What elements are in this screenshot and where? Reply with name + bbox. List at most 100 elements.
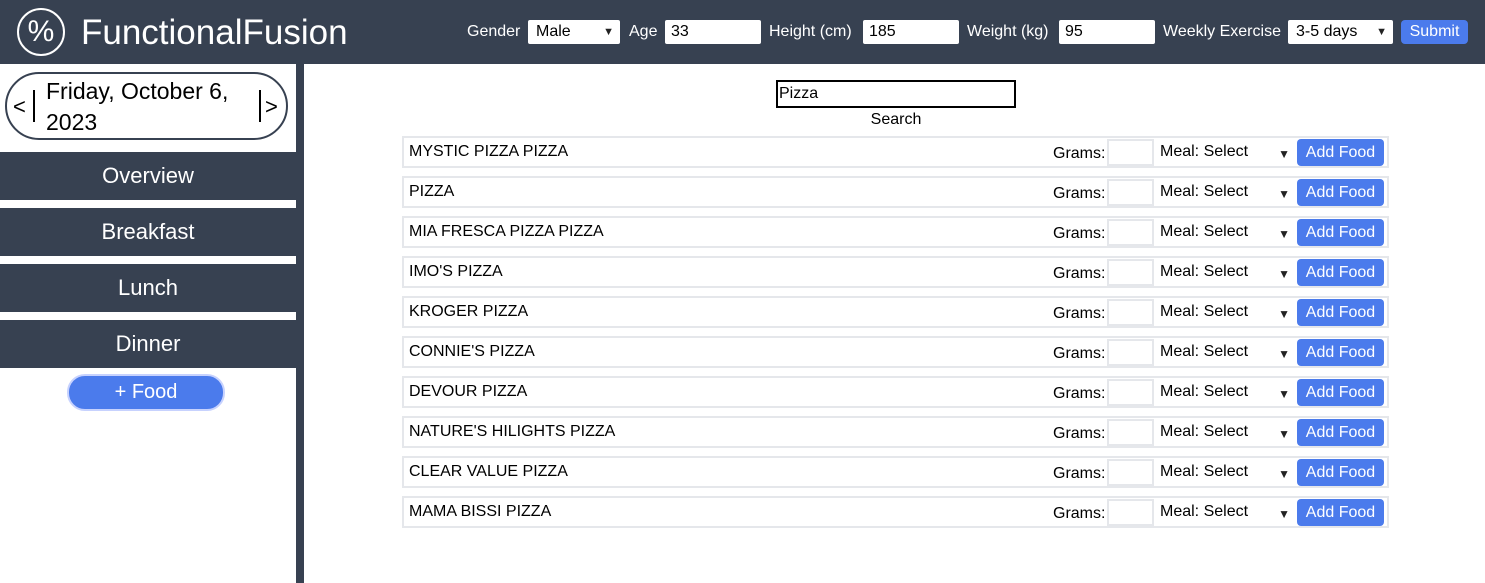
meal-select[interactable]: Meal: Select ▼ bbox=[1160, 422, 1290, 442]
food-result-row: MAMA BISSI PIZZA Grams: Meal: Select ▼ Add F… bbox=[402, 496, 1389, 528]
chevron-down-icon: ▼ bbox=[1278, 187, 1290, 201]
grams-input[interactable] bbox=[1107, 339, 1154, 366]
meal-select[interactable]: Meal: Select ▼ bbox=[1160, 182, 1290, 202]
meal-select[interactable]: Meal: Select ▼ bbox=[1160, 462, 1290, 482]
sidebar-item-overview[interactable]: Overview bbox=[0, 152, 296, 200]
grams-input[interactable] bbox=[1107, 219, 1154, 246]
meal-select[interactable]: Meal: Select ▼ bbox=[1160, 142, 1290, 162]
food-result-row: CONNIE'S PIZZA Grams: Meal: Select ▼ Add Foo… bbox=[402, 336, 1389, 368]
current-date: Friday, October 6, 2023 bbox=[46, 78, 229, 135]
age-label: Age bbox=[629, 23, 658, 40]
grams-label: Grams: bbox=[1053, 145, 1106, 162]
chevron-down-icon: ▼ bbox=[1278, 347, 1290, 361]
food-result-row: DEVOUR PIZZA Grams: Meal: Select ▼ Add Food bbox=[402, 376, 1389, 408]
food-name: PIZZA bbox=[409, 183, 455, 200]
grams-label: Grams: bbox=[1053, 385, 1106, 402]
next-day-button[interactable]: > bbox=[265, 94, 278, 120]
gender-label: Gender bbox=[467, 23, 521, 40]
search-input[interactable] bbox=[776, 80, 1016, 108]
grams-label: Grams: bbox=[1053, 505, 1106, 522]
grams-label: Grams: bbox=[1053, 345, 1106, 362]
meal-select[interactable]: Meal: Select ▼ bbox=[1160, 502, 1290, 522]
food-result-row: KROGER PIZZA Grams: Meal: Select ▼ Add Food bbox=[402, 296, 1389, 328]
meal-select[interactable]: Meal: Select ▼ bbox=[1160, 262, 1290, 282]
grams-input[interactable] bbox=[1107, 419, 1154, 446]
meal-select-value: Meal: Select bbox=[1160, 503, 1249, 520]
height-label: Height (cm) bbox=[769, 23, 852, 40]
add-food-result-button[interactable]: Add Food bbox=[1297, 179, 1384, 206]
weight-input[interactable] bbox=[1059, 20, 1155, 44]
add-food-result-button[interactable]: Add Food bbox=[1297, 139, 1384, 166]
add-food-result-button[interactable]: Add Food bbox=[1297, 419, 1384, 446]
search-button[interactable]: Search bbox=[776, 111, 1016, 129]
add-food-result-button[interactable]: Add Food bbox=[1297, 339, 1384, 366]
sidebar-divider bbox=[296, 64, 304, 583]
food-name: CONNIE'S PIZZA bbox=[409, 343, 535, 360]
food-result-row: MIA FRESCA PIZZA PIZZA Grams: Meal: Select… bbox=[402, 216, 1389, 248]
chevron-down-icon: ▼ bbox=[1278, 467, 1290, 481]
divider bbox=[259, 90, 261, 122]
chevron-down-icon: ▼ bbox=[1376, 26, 1387, 38]
grams-label: Grams: bbox=[1053, 425, 1106, 442]
add-food-result-button[interactable]: Add Food bbox=[1297, 219, 1384, 246]
add-food-result-button[interactable]: Add Food bbox=[1297, 299, 1384, 326]
meal-select[interactable]: Meal: Select ▼ bbox=[1160, 222, 1290, 242]
food-name: MAMA BISSI PIZZA bbox=[409, 503, 552, 520]
chevron-down-icon: ▼ bbox=[1278, 307, 1290, 321]
sidebar-item-dinner[interactable]: Dinner bbox=[0, 320, 296, 368]
sidebar-item-breakfast[interactable]: Breakfast bbox=[0, 208, 296, 256]
meal-select-value: Meal: Select bbox=[1160, 303, 1249, 320]
grams-label: Grams: bbox=[1053, 225, 1106, 242]
meal-select-value: Meal: Select bbox=[1160, 263, 1249, 280]
food-result-row: IMO'S PIZZA Grams: Meal: Select ▼ Add Food bbox=[402, 256, 1389, 288]
add-food-button[interactable]: + Food bbox=[67, 374, 225, 411]
exercise-select[interactable]: 3-5 days ▼ bbox=[1288, 20, 1393, 44]
add-food-result-button[interactable]: Add Food bbox=[1297, 499, 1384, 526]
sidebar-item-lunch[interactable]: Lunch bbox=[0, 264, 296, 312]
grams-label: Grams: bbox=[1053, 465, 1106, 482]
chevron-down-icon: ▼ bbox=[1278, 387, 1290, 401]
grams-label: Grams: bbox=[1053, 185, 1106, 202]
exercise-label: Weekly Exercise bbox=[1163, 23, 1281, 40]
divider bbox=[33, 90, 35, 122]
meal-select-value: Meal: Select bbox=[1160, 383, 1249, 400]
grams-input[interactable] bbox=[1107, 299, 1154, 326]
food-name: NATURE'S HILIGHTS PIZZA bbox=[409, 423, 616, 440]
date-navigator: < Friday, October 6, 2023 > bbox=[5, 72, 288, 140]
food-name: CLEAR VALUE PIZZA bbox=[409, 463, 568, 480]
food-name: KROGER PIZZA bbox=[409, 303, 529, 320]
grams-input[interactable] bbox=[1107, 379, 1154, 406]
meal-select-value: Meal: Select bbox=[1160, 183, 1249, 200]
food-result-row: MYSTIC PIZZA PIZZA Grams: Meal: Select ▼ Add… bbox=[402, 136, 1389, 168]
age-input[interactable] bbox=[665, 20, 761, 44]
gender-select[interactable]: Male ▼ bbox=[528, 20, 620, 44]
exercise-value: 3-5 days bbox=[1296, 23, 1358, 40]
gender-value: Male bbox=[536, 23, 571, 40]
add-food-result-button[interactable]: Add Food bbox=[1297, 459, 1384, 486]
grams-input[interactable] bbox=[1107, 459, 1154, 486]
food-name: MIA FRESCA PIZZA PIZZA bbox=[409, 223, 604, 240]
grams-label: Grams: bbox=[1053, 265, 1106, 282]
grams-input[interactable] bbox=[1107, 259, 1154, 286]
grams-input[interactable] bbox=[1107, 179, 1154, 206]
percent-logo-icon: % bbox=[17, 8, 65, 56]
meal-select[interactable]: Meal: Select ▼ bbox=[1160, 342, 1290, 362]
prev-day-button[interactable]: < bbox=[13, 94, 26, 120]
food-name: IMO'S PIZZA bbox=[409, 263, 503, 280]
meal-select[interactable]: Meal: Select ▼ bbox=[1160, 302, 1290, 322]
chevron-down-icon: ▼ bbox=[1278, 427, 1290, 441]
height-input[interactable] bbox=[863, 20, 959, 44]
chevron-down-icon: ▼ bbox=[1278, 267, 1290, 281]
meal-select[interactable]: Meal: Select ▼ bbox=[1160, 382, 1290, 402]
meal-select-value: Meal: Select bbox=[1160, 423, 1249, 440]
add-food-result-button[interactable]: Add Food bbox=[1297, 259, 1384, 286]
food-result-row: NATURE'S HILIGHTS PIZZA Grams: Meal: Selec… bbox=[402, 416, 1389, 448]
grams-input[interactable] bbox=[1107, 139, 1154, 166]
top-bar: % FunctionalFusion Gender Male ▼ Age Hei… bbox=[0, 0, 1485, 64]
meal-select-value: Meal: Select bbox=[1160, 143, 1249, 160]
chevron-down-icon: ▼ bbox=[603, 26, 614, 38]
chevron-down-icon: ▼ bbox=[1278, 507, 1290, 521]
grams-input[interactable] bbox=[1107, 499, 1154, 526]
submit-button[interactable]: Submit bbox=[1401, 20, 1468, 44]
add-food-result-button[interactable]: Add Food bbox=[1297, 379, 1384, 406]
